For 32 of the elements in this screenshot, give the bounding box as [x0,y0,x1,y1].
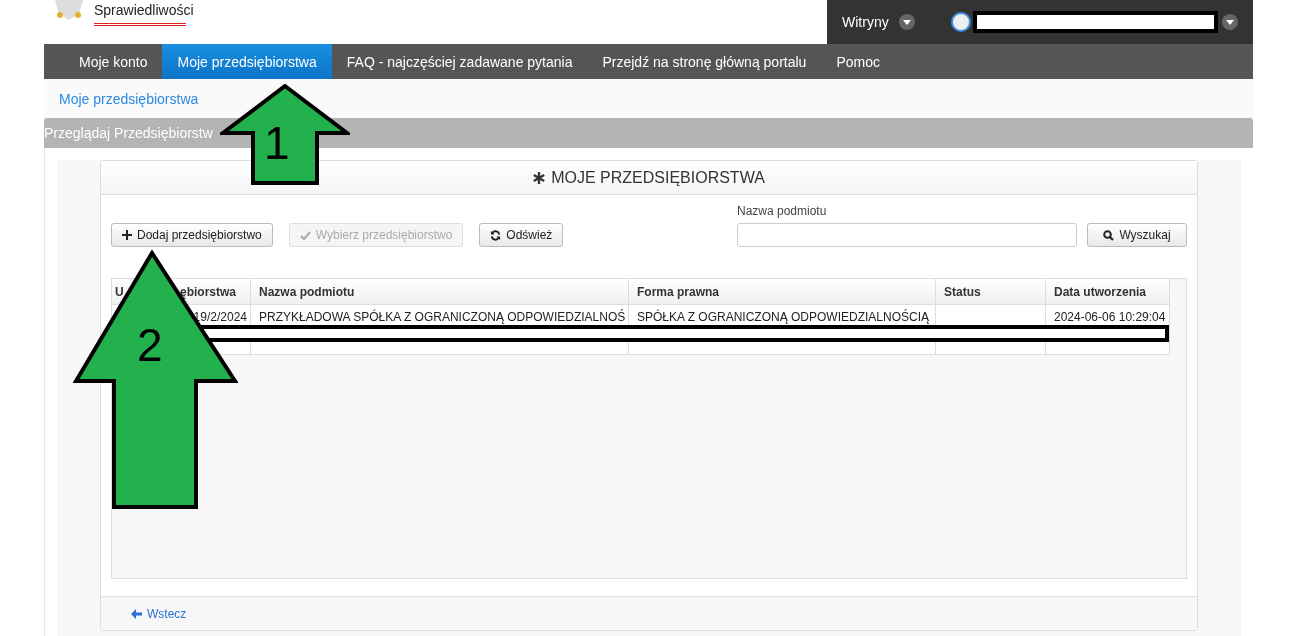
toolbar-button[interactable]: Odśwież [479,223,564,247]
column-header: Nazwa podmiotu [251,279,629,305]
card-title: MOJE PRZEDSIĘBIORSTWA [551,168,765,187]
sites-menu[interactable]: Witryny [842,14,889,30]
nav-tab[interactable]: FAQ - najczęściej zadawane pytania [331,44,588,79]
nav-tab[interactable]: Przejdź na stronę główną portalu [587,44,822,79]
back-link[interactable]: Wstecz [131,606,187,621]
logo-text: Sprawiedliwości [94,1,194,20]
asterisk-icon [533,171,546,184]
search-field[interactable] [737,223,1077,247]
column-header-text: U [115,284,124,299]
search-label: Nazwa podmiotu [737,204,828,218]
caret-icon[interactable] [1221,14,1238,30]
column-header-text: ębiorstwa [180,284,236,299]
column-header: Status [936,279,1046,305]
refresh-icon [490,229,502,241]
search-icon [1103,229,1115,241]
plus-icon [122,230,132,240]
toolbar-button[interactable]: Dodaj przedsiębiorstwo [111,223,273,247]
nav-tab[interactable]: Moje przedsiębiorstwa [162,44,332,79]
column-header: Forma prawna [629,279,936,305]
avatar-icon[interactable] [950,12,971,32]
nav-tab[interactable]: Pomoc [821,44,895,79]
nav-tab[interactable]: Moje konto [64,44,163,79]
search-button[interactable]: Wyszukaj [1087,223,1187,247]
caret-icon[interactable] [898,14,915,30]
breadcrumb-link[interactable]: Moje przedsiębiorstwa [59,90,199,107]
eagle-emblem-icon [52,0,86,22]
column-header: Data utworzenia [1046,279,1170,305]
check-icon [299,230,311,240]
arrow-left-icon [131,608,142,619]
annotation-number: 1 [264,120,290,166]
